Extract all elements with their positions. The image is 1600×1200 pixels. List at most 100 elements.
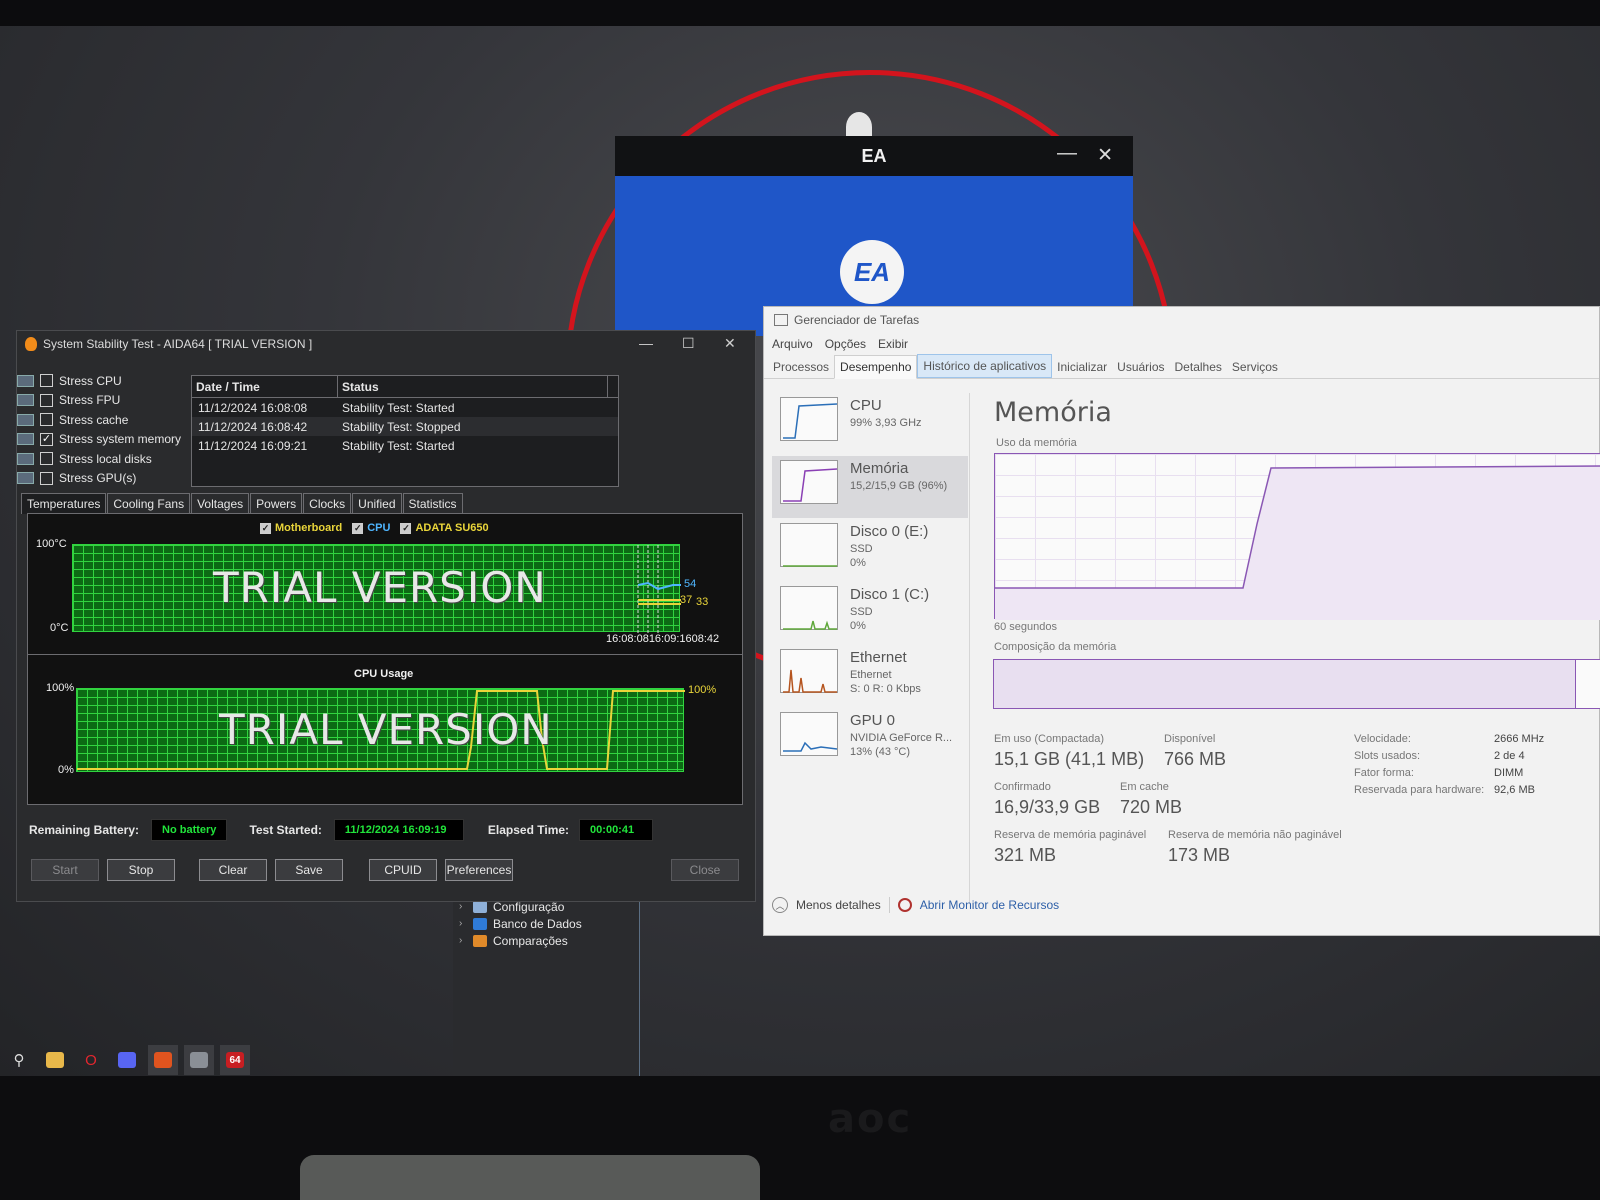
- cpu-usage-graph: TRIAL VERSION: [76, 688, 685, 772]
- sidebar-item-detail: NVIDIA GeForce R...: [850, 732, 953, 744]
- device-icon: [17, 472, 34, 485]
- tab-voltages[interactable]: Voltages: [191, 493, 250, 514]
- cpu-usage-title: CPU Usage: [354, 668, 414, 680]
- tab-histórico-de-aplicativos[interactable]: Histórico de aplicativos: [917, 354, 1053, 378]
- stress-checkbox[interactable]: [40, 374, 53, 388]
- menu-arquivo[interactable]: Arquivo: [772, 337, 813, 351]
- trial-watermark: TRIAL VERSION: [219, 705, 553, 754]
- tree-item-icon: [473, 934, 487, 947]
- stress-checkbox[interactable]: [40, 471, 53, 485]
- stress-checkbox[interactable]: ✓: [40, 432, 53, 446]
- stress-option[interactable]: Stress CPU: [17, 371, 197, 391]
- legend-checkbox[interactable]: ✓: [400, 522, 412, 534]
- tm-footer: ︿ Menos detalhes Abrir Monitor de Recurs…: [772, 897, 1059, 913]
- cpu-temp-line: [637, 581, 681, 591]
- composition-label: Composição da memória: [994, 641, 1117, 653]
- stress-option[interactable]: Stress FPU: [17, 391, 197, 411]
- open-resource-monitor-link[interactable]: Abrir Monitor de Recursos: [920, 898, 1059, 912]
- legend-item[interactable]: ✓ ADATA SU650: [400, 522, 489, 534]
- stress-options: Stress CPU Stress FPU Stress cache ✓ Stress …: [17, 371, 197, 488]
- sparkline: [783, 565, 837, 567]
- preferences-button[interactable]: Preferences: [445, 859, 513, 881]
- sidebar-thumbnail: [780, 523, 838, 567]
- clear-button[interactable]: Clear: [199, 859, 267, 881]
- chevron-right-icon[interactable]: ›: [459, 935, 467, 946]
- spec-label: Slots usados:: [1354, 750, 1421, 762]
- stress-checkbox[interactable]: [40, 413, 53, 427]
- ea-title: EA: [861, 145, 887, 166]
- tab-usuários[interactable]: Usuários: [1112, 356, 1169, 378]
- tree-item[interactable]: › Banco de Dados: [453, 915, 639, 932]
- paged-pool-label: Reserva de memória paginável: [994, 829, 1147, 841]
- ea-app-icon[interactable]: [148, 1045, 178, 1075]
- tab-inicializar[interactable]: Inicializar: [1052, 356, 1112, 378]
- aida64-icon[interactable]: 64: [220, 1045, 250, 1075]
- temp-time-label: 16:08:0816:09:1608:42: [606, 633, 720, 645]
- tab-cooling-fans[interactable]: Cooling Fans: [107, 493, 191, 514]
- log-col-datetime[interactable]: Date / Time: [192, 376, 338, 397]
- start-button[interactable]: Start: [31, 859, 99, 881]
- sidebar-item-gpu-0[interactable]: GPU 0 NVIDIA GeForce R... 13% (43 °C): [772, 708, 968, 770]
- motherboard-temp-value: 37: [680, 594, 693, 606]
- cpu-temp-value: 54: [684, 578, 697, 590]
- keyboard-edge: [300, 1155, 760, 1200]
- legend-checkbox[interactable]: ✓: [260, 522, 271, 534]
- stress-checkbox[interactable]: [40, 393, 53, 407]
- tab-detalhes[interactable]: Detalhes: [1170, 356, 1227, 378]
- task-manager-icon[interactable]: [184, 1045, 214, 1075]
- sidebar-item-disco-0-e-[interactable]: Disco 0 (E:) SSD 0%: [772, 519, 968, 581]
- menu-exibir[interactable]: Exibir: [878, 337, 908, 351]
- menu-opções[interactable]: Opções: [825, 337, 866, 351]
- sidebar-item-ethernet[interactable]: Ethernet Ethernet S: 0 R: 0 Kbps: [772, 645, 968, 707]
- discord-icon-shape: [118, 1052, 136, 1068]
- composition-in-use: [994, 660, 1576, 708]
- tab-processos[interactable]: Processos: [768, 356, 834, 378]
- search-icon[interactable]: ⚲: [4, 1045, 34, 1075]
- tree-item[interactable]: › Comparações: [453, 932, 639, 949]
- stress-option[interactable]: Stress cache: [17, 410, 197, 430]
- stress-option[interactable]: Stress GPU(s): [17, 469, 197, 489]
- close-icon[interactable]: ✕: [1097, 144, 1113, 167]
- tab-clocks[interactable]: Clocks: [303, 493, 352, 514]
- less-details-link[interactable]: Menos detalhes: [796, 898, 881, 912]
- stress-option[interactable]: ✓ Stress system memory: [17, 430, 197, 450]
- tree-item-icon: [473, 900, 487, 913]
- folder-icon[interactable]: [40, 1045, 70, 1075]
- save-button[interactable]: Save: [275, 859, 343, 881]
- opera-icon[interactable]: O: [76, 1045, 106, 1075]
- log-row[interactable]: 11/12/2024 16:09:21 Stability Test: Start…: [192, 436, 618, 455]
- discord-icon[interactable]: [112, 1045, 142, 1075]
- log-row[interactable]: 11/12/2024 16:08:08 Stability Test: Start…: [192, 398, 618, 417]
- chevron-right-icon[interactable]: ›: [459, 918, 467, 929]
- minimize-icon[interactable]: —: [639, 335, 653, 351]
- log-col-status[interactable]: Status: [338, 376, 608, 397]
- legend-item[interactable]: ✓ Motherboard: [260, 522, 342, 534]
- close-icon[interactable]: ✕: [724, 335, 736, 352]
- task-manager-icon: [774, 314, 788, 326]
- sidebar-item-disco-1-c-[interactable]: Disco 1 (C:) SSD 0%: [772, 582, 968, 644]
- device-icon: [17, 374, 34, 387]
- nonpaged-pool-value: 173 MB: [1168, 845, 1231, 865]
- stress-label: Stress local disks: [59, 451, 152, 466]
- minimize-icon[interactable]: —: [1057, 142, 1077, 165]
- log-row[interactable]: 11/12/2024 16:08:42 Stability Test: Stopp…: [192, 417, 618, 436]
- tab-desempenho[interactable]: Desempenho: [834, 355, 918, 379]
- tab-serviços[interactable]: Serviços: [1227, 356, 1283, 378]
- chevron-right-icon[interactable]: ›: [459, 901, 467, 912]
- sidebar-item-mem-ria[interactable]: Memória 15,2/15,9 GB (96%): [772, 456, 968, 518]
- sidebar-item-cpu[interactable]: CPU 99% 3,93 GHz: [772, 393, 968, 455]
- legend-item[interactable]: ✓ CPU: [352, 522, 390, 534]
- close-button[interactable]: Close: [671, 859, 739, 881]
- tab-temperatures[interactable]: Temperatures: [21, 493, 107, 514]
- chevron-up-icon[interactable]: ︿: [772, 897, 788, 913]
- maximize-icon[interactable]: ☐: [682, 335, 695, 352]
- tab-unified[interactable]: Unified: [352, 493, 402, 514]
- sidebar-item-name: Disco 0 (E:): [850, 523, 929, 540]
- tab-powers[interactable]: Powers: [250, 493, 303, 514]
- tab-statistics[interactable]: Statistics: [402, 493, 463, 514]
- legend-checkbox[interactable]: ✓: [352, 522, 364, 534]
- cpuid-button[interactable]: CPUID: [369, 859, 437, 881]
- stress-option[interactable]: Stress local disks: [17, 449, 197, 469]
- stop-button[interactable]: Stop: [107, 859, 175, 881]
- stress-checkbox[interactable]: [40, 452, 53, 466]
